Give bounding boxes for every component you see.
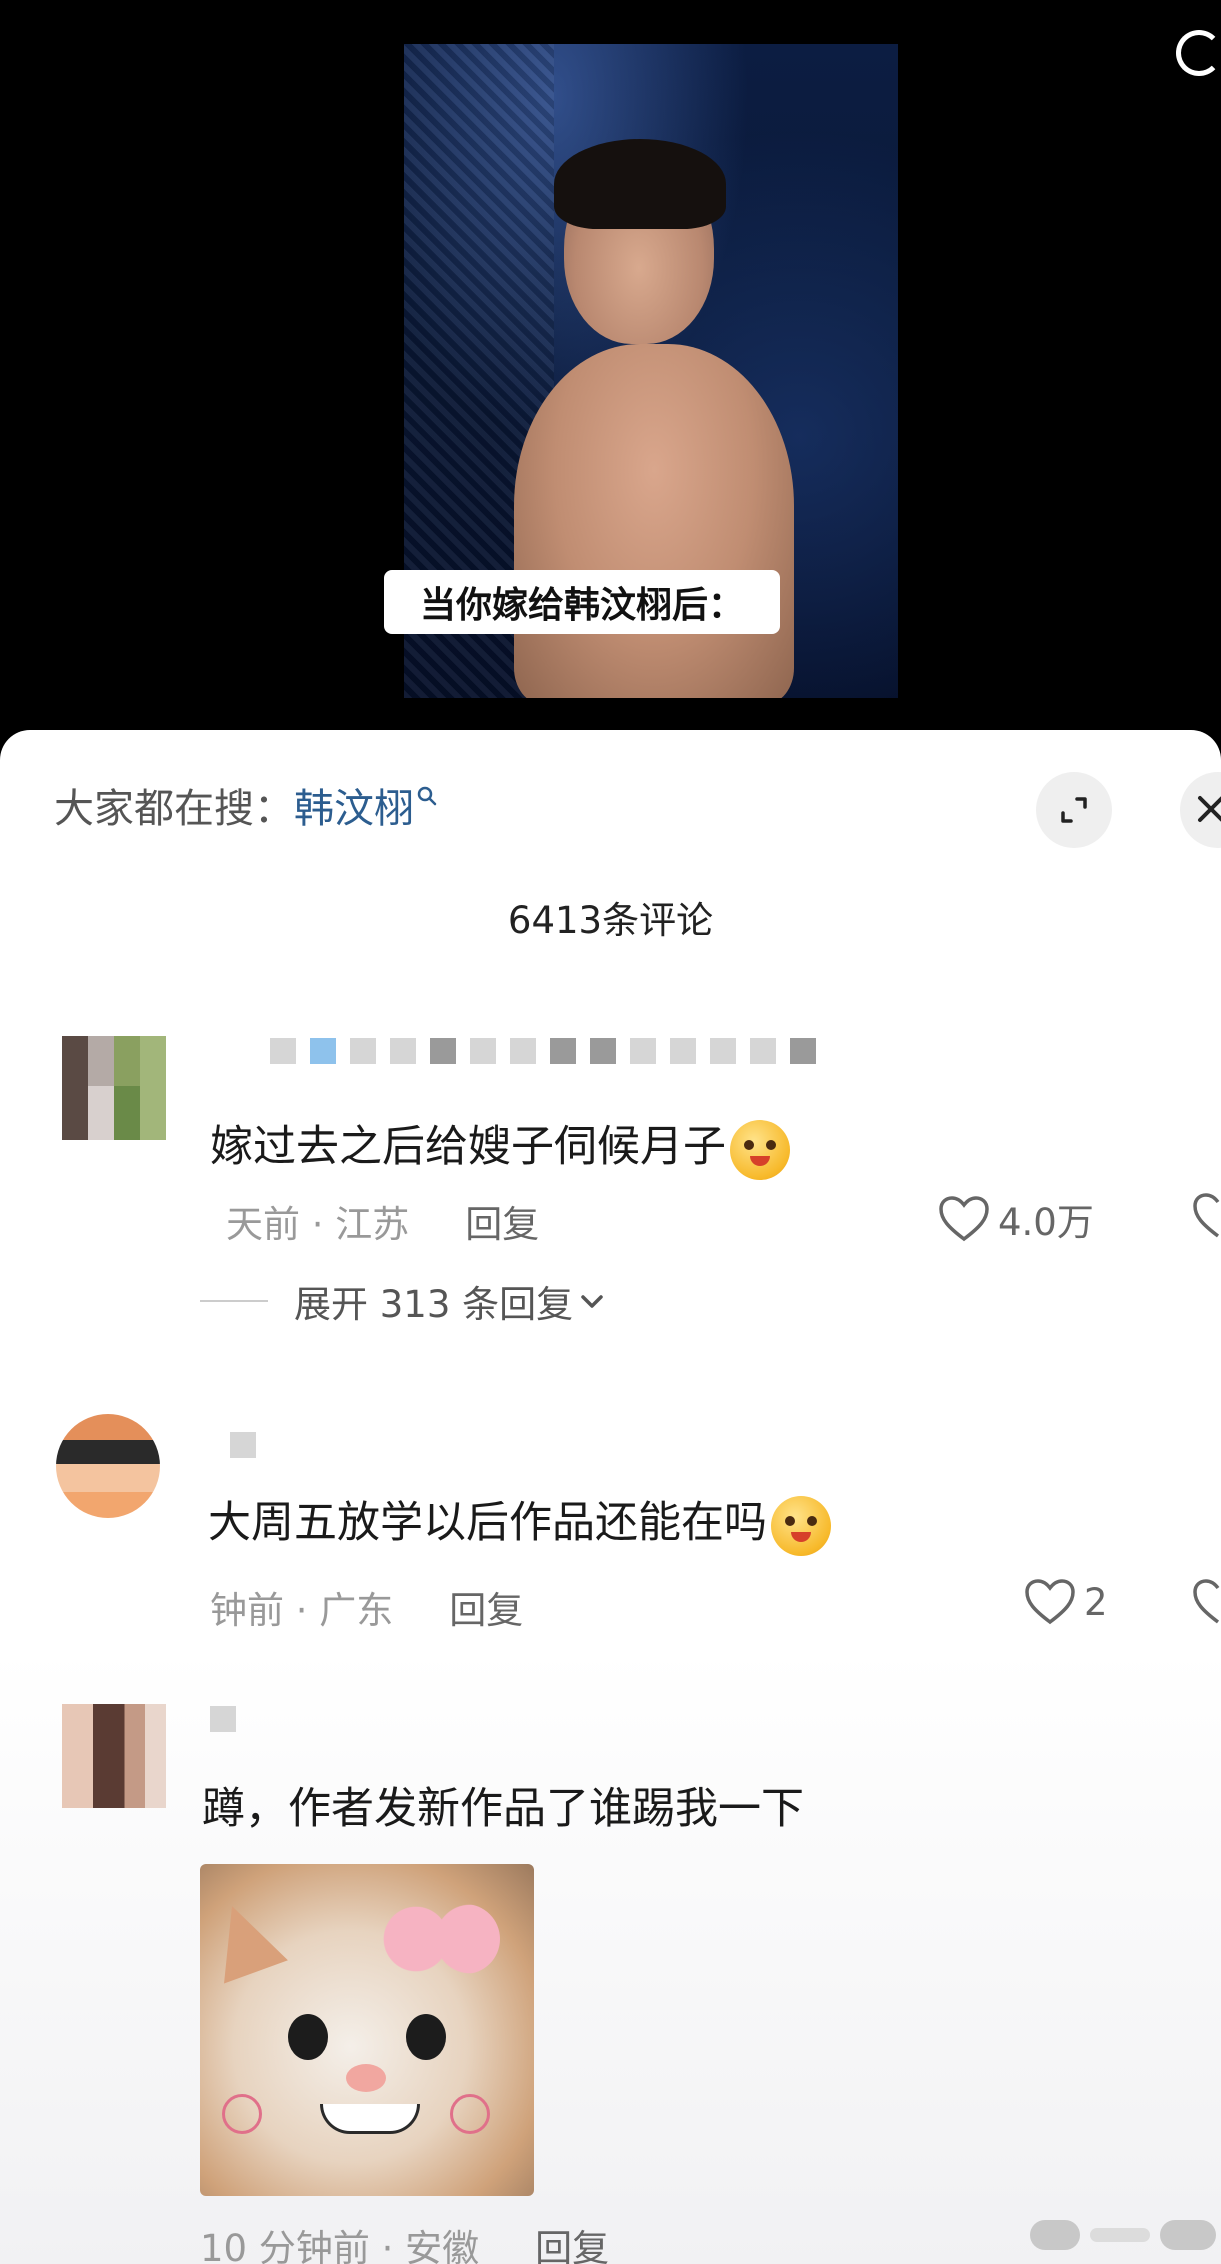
cat-cheek [450,2094,490,2134]
avatar[interactable] [62,1704,166,1808]
cat-cheek [222,2094,262,2134]
heart-icon [1025,1579,1075,1625]
wink-emoji-icon [730,1119,790,1180]
person-hair-graphic [554,139,726,229]
dislike-icon[interactable] [1192,1192,1221,1240]
like-button[interactable]: 4.0万 [938,1192,1094,1246]
trending-search[interactable]: 大家都在搜： 韩汶栩 [54,778,438,832]
comment-body: 大周五放学以后作品还能在吗 [208,1498,767,1548]
comment-count: 6413条评论 [507,899,714,942]
expand-replies-button[interactable]: 展开 313 条回复 [200,1274,605,1328]
comment-time-location: 钟前 · 广东 [210,1589,394,1632]
chevron-down-icon [581,1295,603,1308]
expand-icon [1061,797,1087,823]
like-count: 2 [1084,1580,1108,1624]
like-count: 4.0万 [998,1201,1094,1244]
close-icon [1198,796,1221,822]
comment-meta: 钟前 · 广东 回复 [210,1580,523,1634]
username-redacted[interactable] [270,1038,816,1064]
comment-time-location: 10 分钟前 · 安徽 [200,2227,480,2264]
cat-mouth [320,2104,420,2134]
comment-meta: 天前 · 江苏 回复 [226,1194,539,1248]
reply-button[interactable]: 回复 [465,1194,539,1248]
search-icon [417,786,437,806]
comment-text: 蹲，作者发新作品了谁踢我一下 [202,1784,804,1834]
username-redacted[interactable] [210,1706,236,1732]
expand-replies-label: 展开 313 条回复 [294,1283,574,1326]
comment-time-location: 天前 · 江苏 [226,1203,410,1246]
comment-text: 嫁过去之后给嫂子伺候月子 [210,1112,790,1180]
divider-line [200,1300,268,1302]
trending-search-term[interactable]: 韩汶栩 [294,776,414,834]
cat-eye [288,2014,328,2060]
video-player[interactable]: 当你嫁给韩汶栩后： [0,0,1221,760]
like-button[interactable]: 2 [1024,1578,1108,1626]
trending-search-label: 大家都在搜： [54,786,294,832]
drool-emoji-icon [771,1495,831,1556]
cat-eye [406,2014,446,2060]
avatar[interactable] [56,1414,160,1518]
comment-meta: 10 分钟前 · 安徽 回复 [200,2218,609,2264]
reply-button[interactable]: 回复 [535,2218,609,2264]
blurred-reactions-icon[interactable] [1030,2210,1220,2260]
cat-nose [346,2064,386,2092]
reply-button[interactable]: 回复 [449,1580,523,1634]
dislike-icon[interactable] [1192,1578,1221,1626]
cat-sticker-image[interactable] [200,1864,534,2196]
comment-text: 大周五放学以后作品还能在吗 [208,1488,831,1556]
comments-sheet: 大家都在搜： 韩汶栩 6413条评论 嫁过去之后给嫂子伺候月子 天前 · 江苏 … [0,730,1221,2264]
username-redacted[interactable] [230,1432,256,1458]
heart-icon [939,1196,989,1242]
loading-icon [1176,30,1221,76]
comment-body: 嫁过去之后给嫂子伺候月子 [210,1122,726,1172]
cat-ear [200,1894,288,1984]
avatar[interactable] [62,1036,166,1140]
expand-button[interactable] [1036,772,1112,848]
video-caption: 当你嫁给韩汶栩后： [384,570,780,634]
pink-bow [380,1904,500,1974]
person-body-graphic [514,344,794,698]
close-button[interactable] [1180,772,1221,848]
